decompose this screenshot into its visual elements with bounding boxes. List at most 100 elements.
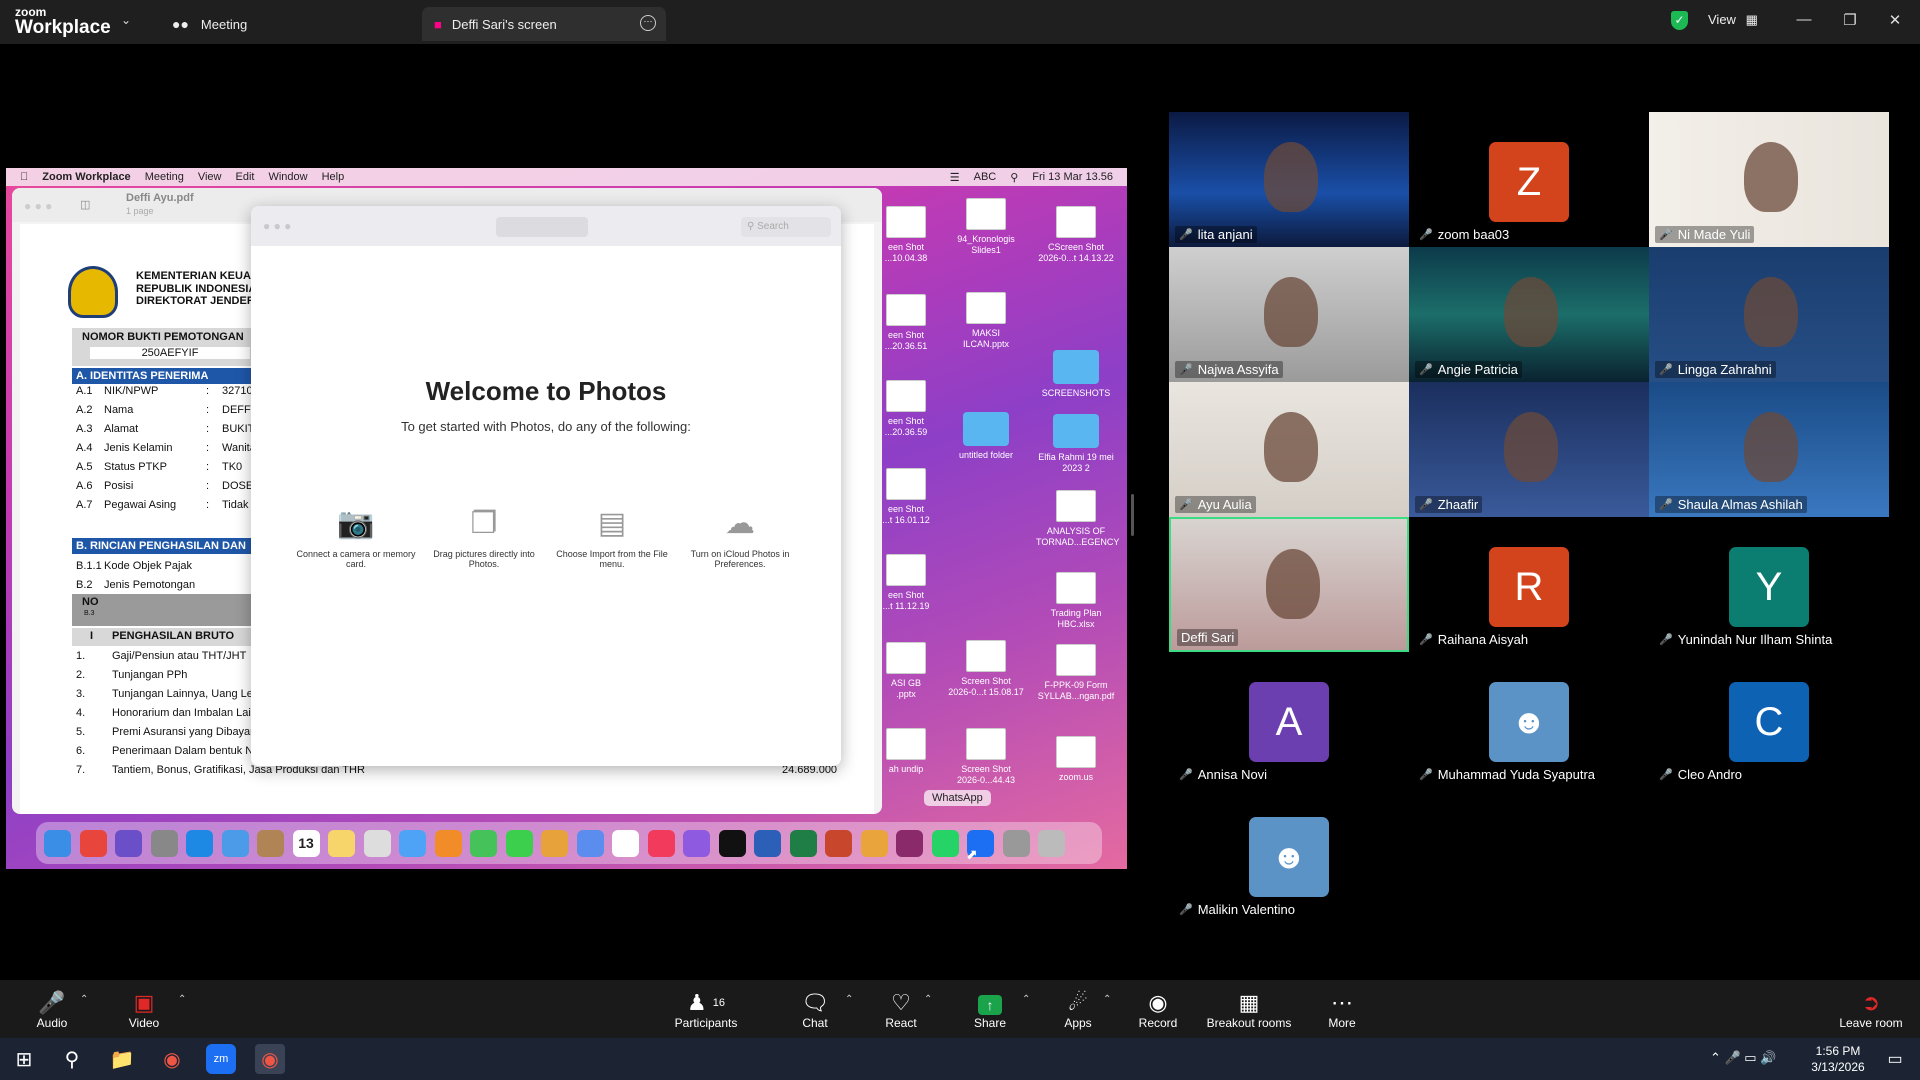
desktop-icon[interactable]: ah undip [866, 728, 946, 775]
dock-app-icon[interactable] [718, 829, 746, 857]
desktop-icon[interactable]: Screen Shot 2023-0...15.58.34 [356, 794, 436, 816]
desktop-icon[interactable]: een Shot ...t 11.12.19 [866, 554, 946, 612]
desktop-icon[interactable]: Bidang B [116, 794, 196, 805]
file-explorer-icon[interactable]: 📁 [107, 1044, 137, 1074]
participant-tile[interactable]: ☻ 🎤 Muhammad Yuda Syaputra [1409, 652, 1649, 787]
more-button[interactable]: ⋯ More [1326, 990, 1358, 1030]
dock-app-icon[interactable] [860, 829, 888, 857]
participant-tile[interactable]: ☻ 🎤 Malikin Valentino [1169, 787, 1409, 922]
participant-tile[interactable]: 🎤 Zhaafir [1409, 382, 1649, 517]
apps-button[interactable]: ☄ Apps [1060, 990, 1096, 1030]
desktop-icon[interactable]: een Shot ...10.04.38 [866, 206, 946, 264]
view-selector[interactable] [496, 217, 588, 237]
desktop-icon[interactable]: SCREENSHOTS [1036, 350, 1116, 399]
gallery-resize-handle[interactable] [1131, 494, 1134, 536]
apps-options-caret[interactable]: ⌃ [1103, 994, 1111, 1005]
dock-app-icon[interactable] [1038, 829, 1065, 857]
desktop-icon[interactable]: ANALYSIS OF TORNAD...EGENCY [1036, 490, 1119, 548]
desktop-icon[interactable]: een Shot ...20.36.51 [866, 294, 946, 352]
dock-app-icon[interactable] [754, 829, 781, 857]
participant-tile[interactable]: A 🎤 Annisa Novi [1169, 652, 1409, 787]
desktop-icon[interactable]: Elfia Rahmi 19 mei 2023 2 [1036, 414, 1116, 474]
participant-tile[interactable]: 🎤 Shaula Almas Ashilah [1649, 382, 1889, 517]
desktop-icon[interactable]: een Shot ...t 16.01.12 [866, 468, 946, 526]
minimize-button[interactable]: — [1789, 11, 1819, 28]
dock-app-icon[interactable] [115, 829, 142, 857]
dock-app-icon[interactable] [931, 829, 959, 857]
desktop-icon[interactable]: zoom.us [1036, 736, 1116, 783]
desktop-icon[interactable]: untitled folder [946, 412, 1026, 461]
taskbar-clock[interactable]: 1:56 PM 3/13/2026 [1806, 1043, 1870, 1075]
dock-app-icon[interactable] [257, 829, 284, 857]
audio-options-caret[interactable]: ⌃ [80, 994, 88, 1005]
desktop-icon[interactable]: Relocated Items [24, 794, 104, 805]
view-button[interactable]: View ▦ [1708, 12, 1758, 28]
dock-app-icon[interactable] [612, 829, 639, 857]
dock-app-icon[interactable] [186, 829, 213, 857]
react-options-caret[interactable]: ⌃ [924, 994, 932, 1005]
shared-screen[interactable]:  Zoom Workplace Meeting View Edit Windo… [6, 168, 1127, 869]
restore-button[interactable]: ❐ [1835, 11, 1865, 29]
desktop-icon[interactable]: CScreen Shot 2026-0...t 14.13.22 [1036, 206, 1116, 264]
dock-app-icon[interactable] [221, 829, 249, 857]
dock-app-icon[interactable] [150, 829, 178, 857]
desktop-icon[interactable]: Trading Plan HBC.xlsx [1036, 572, 1116, 630]
chrome-active-icon[interactable]: ◉ [255, 1044, 285, 1074]
breakout-rooms-button[interactable]: ▦ Breakout rooms [1204, 990, 1294, 1030]
chat-options-caret[interactable]: ⌃ [845, 994, 853, 1005]
dock-app-icon[interactable] [328, 829, 355, 857]
desktop-icon[interactable]: Screen Shot 2026-0...t 15.08.17 [946, 640, 1026, 698]
dock-app-icon[interactable] [647, 829, 675, 857]
record-button[interactable]: ◉ Record [1138, 990, 1178, 1030]
security-shield-icon[interactable]: ✓ [1671, 11, 1688, 30]
participant-tile[interactable]: 🎤 lita anjani [1169, 112, 1409, 247]
dock-app-icon[interactable]: 13 [292, 829, 320, 857]
desktop-icon[interactable]: een Shot ...20.36.59 [866, 380, 946, 438]
participant-tile[interactable]: Y 🎤 Yunindah Nur Ilham Shinta [1649, 517, 1889, 652]
video-button[interactable]: ▣ Video [122, 990, 166, 1030]
chat-button[interactable]: 🗨 Chat [798, 990, 832, 1030]
desktop-icon[interactable]: ASI GB .pptx [866, 642, 946, 700]
share-options-caret[interactable]: ⌃ [1022, 994, 1030, 1005]
zoom-taskbar-icon[interactable]: zm [206, 1044, 236, 1074]
dock-app-icon[interactable] [470, 829, 497, 857]
dock-app-icon[interactable] [79, 829, 107, 857]
dock-app-icon[interactable] [789, 829, 817, 857]
dock-app-icon[interactable] [825, 829, 852, 857]
dock-app-icon[interactable] [576, 829, 604, 857]
tray-icons[interactable]: ⌃ 🎤 ▭ 🔊 [1710, 1050, 1776, 1066]
participants-button[interactable]: ♟ 16 Participants [665, 990, 747, 1030]
participant-tile[interactable]: 🎤 Najwa Assyifa [1169, 247, 1409, 382]
dock-app-icon[interactable] [1002, 829, 1030, 857]
desktop-icon[interactable]: F-PPK-09 Form SYLLAB...ngan.pdf [1036, 644, 1116, 702]
desktop-icon[interactable]: MAKSI ILCAN.pptx [946, 292, 1026, 350]
participant-tile[interactable]: R 🎤 Raihana Aisyah [1409, 517, 1649, 652]
participant-tile[interactable]: C 🎤 Cleo Andro [1649, 652, 1889, 787]
windows-start-icon[interactable]: ⊞ [9, 1044, 39, 1074]
leave-room-button[interactable]: ➲ Leave room [1838, 990, 1904, 1030]
react-button[interactable]: ♡ React [880, 990, 922, 1030]
participant-tile[interactable]: 🎤 Ayu Aulia [1169, 382, 1409, 517]
participant-tile[interactable]: 🎤 Lingga Zahrahni [1649, 247, 1889, 382]
participant-tile[interactable]: Z 🎤 zoom baa03 [1409, 112, 1649, 247]
dock-app-icon[interactable] [44, 829, 71, 857]
dock-app-icon[interactable] [505, 829, 533, 857]
video-options-caret[interactable]: ⌃ [178, 994, 186, 1005]
tab-meeting[interactable]: ●● Meeting [170, 7, 420, 41]
dock-app-icon[interactable] [363, 829, 391, 857]
desktop-icon[interactable]: Screen Shot 2026-0...44.43 [946, 728, 1026, 786]
audio-button[interactable]: 🎤 Audio [30, 990, 74, 1030]
dock-app-icon[interactable] [896, 829, 923, 857]
more-options-icon[interactable]: ⋯ [640, 15, 656, 31]
participant-tile[interactable]: 🎤 Angie Patricia [1409, 247, 1649, 382]
dock-app-icon[interactable] [683, 829, 710, 857]
photos-search-input[interactable]: ⚲ Search [741, 217, 831, 237]
notifications-icon[interactable]: ▭ [1880, 1044, 1910, 1074]
desktop-icon[interactable]: 94_Kronologis Slides1 [946, 198, 1026, 256]
dock-app-icon[interactable] [541, 829, 568, 857]
search-icon[interactable]: ⚲ [57, 1044, 87, 1074]
share-button[interactable]: ↑ Share [970, 990, 1010, 1030]
dock-app-icon[interactable] [399, 829, 426, 857]
close-button[interactable]: ✕ [1880, 11, 1910, 29]
tab-shared-screen[interactable]: ■ Deffi Sari's screen ⋯ [422, 7, 666, 41]
